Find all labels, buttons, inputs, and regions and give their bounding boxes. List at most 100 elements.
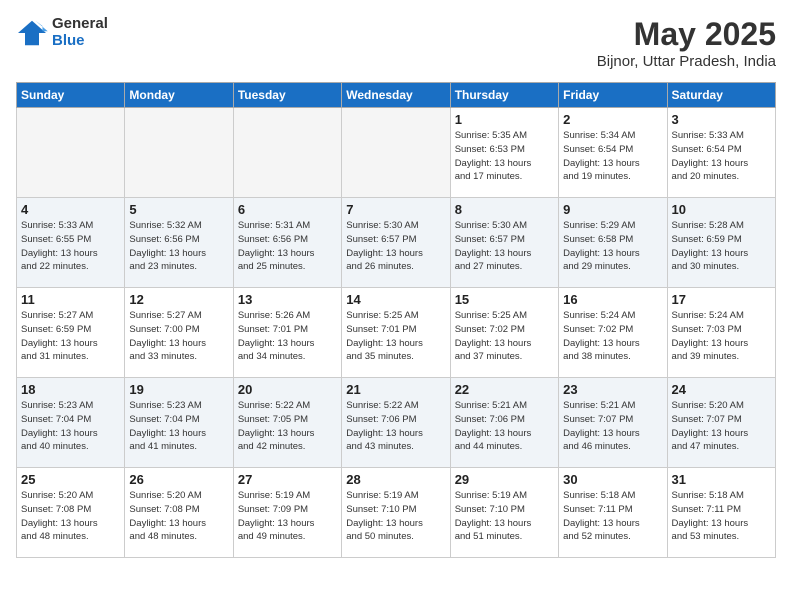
calendar-cell: 12 Sunrise: 5:27 AM Sunset: 7:00 PM Dayli… bbox=[125, 288, 233, 378]
calendar-cell: 9 Sunrise: 5:29 AM Sunset: 6:58 PM Daylig… bbox=[559, 198, 667, 288]
calendar-cell: 2Sunrise: 5:34 AM Sunset: 6:54 PM Daylig… bbox=[559, 108, 667, 198]
calendar-cell: 25Sunrise: 5:20 AM Sunset: 7:08 PM Dayli… bbox=[17, 468, 125, 558]
day-number: 27 bbox=[238, 472, 337, 487]
calendar-table: SundayMondayTuesdayWednesdayThursdayFrid… bbox=[16, 82, 776, 558]
calendar-cell: 11Sunrise: 5:27 AM Sunset: 6:59 PM Dayli… bbox=[17, 288, 125, 378]
logo: General Blue bbox=[16, 16, 108, 49]
day-info: Sunrise: 5:19 AM Sunset: 7:09 PM Dayligh… bbox=[238, 489, 337, 544]
calendar-week-row: 4 Sunrise: 5:33 AM Sunset: 6:55 PM Daylig… bbox=[17, 198, 776, 288]
logo-general-text: General bbox=[52, 16, 108, 33]
calendar-cell: 7 Sunrise: 5:30 AM Sunset: 6:57 PM Daylig… bbox=[342, 198, 450, 288]
day-number: 30 bbox=[563, 472, 662, 487]
day-info: Sunrise: 5:29 AM Sunset: 6:58 PM Dayligh… bbox=[563, 219, 662, 274]
calendar-cell: 1Sunrise: 5:35 AM Sunset: 6:53 PM Daylig… bbox=[450, 108, 558, 198]
day-number: 3 bbox=[672, 112, 771, 127]
calendar-cell: 28 Sunrise: 5:19 AM Sunset: 7:10 PM Dayli… bbox=[342, 468, 450, 558]
day-info: Sunrise: 5:24 AM Sunset: 7:02 PM Dayligh… bbox=[563, 309, 662, 364]
weekday-header-saturday: Saturday bbox=[667, 83, 775, 108]
day-number: 16 bbox=[563, 292, 662, 307]
day-info: Sunrise: 5:32 AM Sunset: 6:56 PM Dayligh… bbox=[129, 219, 228, 274]
day-number: 2 bbox=[563, 112, 662, 127]
weekday-header-sunday: Sunday bbox=[17, 83, 125, 108]
month-title: May 2025 bbox=[597, 16, 776, 53]
day-number: 26 bbox=[129, 472, 228, 487]
calendar-cell: 20Sunrise: 5:22 AM Sunset: 7:05 PM Dayli… bbox=[233, 378, 341, 468]
day-info: Sunrise: 5:19 AM Sunset: 7:10 PM Dayligh… bbox=[455, 489, 554, 544]
day-number: 4 bbox=[21, 202, 120, 217]
calendar-cell: 18 Sunrise: 5:23 AM Sunset: 7:04 PM Dayli… bbox=[17, 378, 125, 468]
day-number: 8 bbox=[455, 202, 554, 217]
calendar-cell: 6Sunrise: 5:31 AM Sunset: 6:56 PM Daylig… bbox=[233, 198, 341, 288]
calendar-week-row: 1Sunrise: 5:35 AM Sunset: 6:53 PM Daylig… bbox=[17, 108, 776, 198]
day-number: 22 bbox=[455, 382, 554, 397]
day-info: Sunrise: 5:28 AM Sunset: 6:59 PM Dayligh… bbox=[672, 219, 771, 274]
day-number: 14 bbox=[346, 292, 445, 307]
calendar-cell: 29 Sunrise: 5:19 AM Sunset: 7:10 PM Dayli… bbox=[450, 468, 558, 558]
day-info: Sunrise: 5:18 AM Sunset: 7:11 PM Dayligh… bbox=[563, 489, 662, 544]
day-number: 1 bbox=[455, 112, 554, 127]
title-area: May 2025 Bijnor, Uttar Pradesh, India bbox=[597, 16, 776, 70]
logo-text: General Blue bbox=[52, 16, 108, 49]
day-info: Sunrise: 5:27 AM Sunset: 6:59 PM Dayligh… bbox=[21, 309, 120, 364]
day-info: Sunrise: 5:21 AM Sunset: 7:06 PM Dayligh… bbox=[455, 399, 554, 454]
calendar-cell bbox=[125, 108, 233, 198]
day-number: 7 bbox=[346, 202, 445, 217]
day-number: 18 bbox=[21, 382, 120, 397]
calendar-cell bbox=[342, 108, 450, 198]
day-number: 5 bbox=[129, 202, 228, 217]
day-number: 19 bbox=[129, 382, 228, 397]
day-info: Sunrise: 5:30 AM Sunset: 6:57 PM Dayligh… bbox=[455, 219, 554, 274]
day-info: Sunrise: 5:25 AM Sunset: 7:02 PM Dayligh… bbox=[455, 309, 554, 364]
day-info: Sunrise: 5:20 AM Sunset: 7:08 PM Dayligh… bbox=[129, 489, 228, 544]
day-number: 23 bbox=[563, 382, 662, 397]
logo-blue-text: Blue bbox=[52, 33, 108, 50]
day-info: Sunrise: 5:23 AM Sunset: 7:04 PM Dayligh… bbox=[129, 399, 228, 454]
day-number: 15 bbox=[455, 292, 554, 307]
day-info: Sunrise: 5:25 AM Sunset: 7:01 PM Dayligh… bbox=[346, 309, 445, 364]
weekday-header-wednesday: Wednesday bbox=[342, 83, 450, 108]
calendar-cell: 5 Sunrise: 5:32 AM Sunset: 6:56 PM Daylig… bbox=[125, 198, 233, 288]
weekday-header-friday: Friday bbox=[559, 83, 667, 108]
calendar-cell: 3Sunrise: 5:33 AM Sunset: 6:54 PM Daylig… bbox=[667, 108, 775, 198]
calendar-cell: 19 Sunrise: 5:23 AM Sunset: 7:04 PM Dayli… bbox=[125, 378, 233, 468]
calendar-cell: 24 Sunrise: 5:20 AM Sunset: 7:07 PM Dayli… bbox=[667, 378, 775, 468]
day-number: 10 bbox=[672, 202, 771, 217]
day-info: Sunrise: 5:22 AM Sunset: 7:06 PM Dayligh… bbox=[346, 399, 445, 454]
calendar-cell: 21Sunrise: 5:22 AM Sunset: 7:06 PM Dayli… bbox=[342, 378, 450, 468]
day-info: Sunrise: 5:26 AM Sunset: 7:01 PM Dayligh… bbox=[238, 309, 337, 364]
calendar-cell: 8 Sunrise: 5:30 AM Sunset: 6:57 PM Daylig… bbox=[450, 198, 558, 288]
calendar-cell: 13 Sunrise: 5:26 AM Sunset: 7:01 PM Dayli… bbox=[233, 288, 341, 378]
day-number: 28 bbox=[346, 472, 445, 487]
calendar-cell: 15 Sunrise: 5:25 AM Sunset: 7:02 PM Dayli… bbox=[450, 288, 558, 378]
day-info: Sunrise: 5:27 AM Sunset: 7:00 PM Dayligh… bbox=[129, 309, 228, 364]
logo-icon bbox=[16, 19, 48, 47]
day-info: Sunrise: 5:22 AM Sunset: 7:05 PM Dayligh… bbox=[238, 399, 337, 454]
day-number: 29 bbox=[455, 472, 554, 487]
weekday-header-tuesday: Tuesday bbox=[233, 83, 341, 108]
day-info: Sunrise: 5:20 AM Sunset: 7:07 PM Dayligh… bbox=[672, 399, 771, 454]
day-number: 13 bbox=[238, 292, 337, 307]
calendar-cell: 22 Sunrise: 5:21 AM Sunset: 7:06 PM Dayli… bbox=[450, 378, 558, 468]
calendar-week-row: 11Sunrise: 5:27 AM Sunset: 6:59 PM Dayli… bbox=[17, 288, 776, 378]
day-info: Sunrise: 5:18 AM Sunset: 7:11 PM Dayligh… bbox=[672, 489, 771, 544]
calendar-cell: 23Sunrise: 5:21 AM Sunset: 7:07 PM Dayli… bbox=[559, 378, 667, 468]
calendar-week-row: 18 Sunrise: 5:23 AM Sunset: 7:04 PM Dayli… bbox=[17, 378, 776, 468]
day-info: Sunrise: 5:33 AM Sunset: 6:55 PM Dayligh… bbox=[21, 219, 120, 274]
day-number: 24 bbox=[672, 382, 771, 397]
day-info: Sunrise: 5:23 AM Sunset: 7:04 PM Dayligh… bbox=[21, 399, 120, 454]
calendar-week-row: 25Sunrise: 5:20 AM Sunset: 7:08 PM Dayli… bbox=[17, 468, 776, 558]
weekday-header-row: SundayMondayTuesdayWednesdayThursdayFrid… bbox=[17, 83, 776, 108]
day-number: 6 bbox=[238, 202, 337, 217]
day-number: 31 bbox=[672, 472, 771, 487]
calendar-cell bbox=[17, 108, 125, 198]
page-header: General Blue May 2025 Bijnor, Uttar Prad… bbox=[16, 16, 776, 70]
day-number: 9 bbox=[563, 202, 662, 217]
day-info: Sunrise: 5:30 AM Sunset: 6:57 PM Dayligh… bbox=[346, 219, 445, 274]
calendar-cell: 4 Sunrise: 5:33 AM Sunset: 6:55 PM Daylig… bbox=[17, 198, 125, 288]
calendar-cell: 16 Sunrise: 5:24 AM Sunset: 7:02 PM Dayli… bbox=[559, 288, 667, 378]
day-number: 12 bbox=[129, 292, 228, 307]
day-info: Sunrise: 5:19 AM Sunset: 7:10 PM Dayligh… bbox=[346, 489, 445, 544]
calendar-cell: 26 Sunrise: 5:20 AM Sunset: 7:08 PM Dayli… bbox=[125, 468, 233, 558]
calendar-cell: 17Sunrise: 5:24 AM Sunset: 7:03 PM Dayli… bbox=[667, 288, 775, 378]
location-title: Bijnor, Uttar Pradesh, India bbox=[597, 53, 776, 70]
